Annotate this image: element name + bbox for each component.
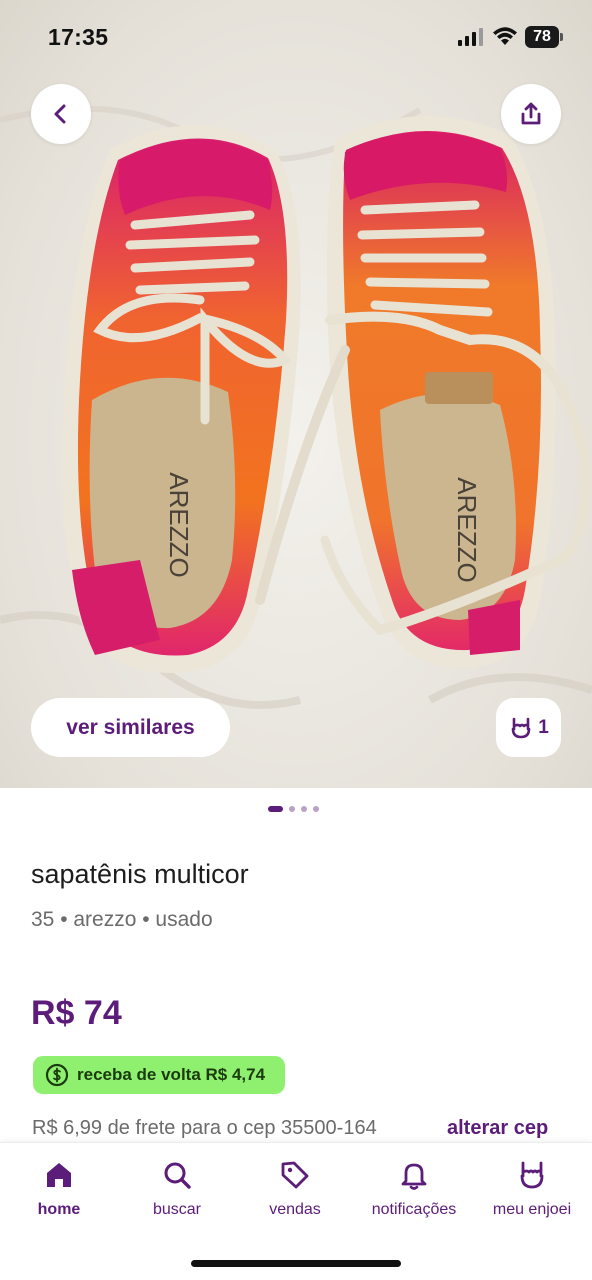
product-price: R$ 74 — [31, 994, 122, 1032]
nav-home[interactable]: home — [0, 1159, 118, 1235]
nav-label-my-enjoei: meu enjoei — [492, 1201, 572, 1218]
nav-label-notifications: notificações — [371, 1201, 457, 1218]
back-button[interactable] — [31, 84, 91, 144]
insole-brand-right: AREZZO — [452, 477, 482, 582]
shipping-info: R$ 6,99 de frete para o cep 35500-164 — [32, 1117, 377, 1139]
battery-icon: 78 — [525, 26, 563, 48]
pagination-dot-3[interactable] — [301, 806, 307, 812]
nav-my-enjoei[interactable]: meu enjoei — [473, 1159, 591, 1235]
wifi-icon — [493, 27, 517, 45]
pagination-dot-2[interactable] — [289, 806, 295, 812]
home-icon — [47, 1163, 71, 1187]
nav-label-home: home — [37, 1201, 81, 1218]
similar-items-button[interactable]: ver similares — [31, 698, 230, 757]
cashback-badge: receba de volta R$ 4,74 — [33, 1056, 285, 1094]
pagination-dot-4[interactable] — [313, 806, 319, 812]
status-time: 17:35 — [48, 24, 109, 50]
product-photo[interactable]: AREZZO AREZZO 17:35 78 ver similares 1 — [0, 0, 592, 788]
product-title: sapatênis multicor — [31, 859, 249, 889]
bell-icon — [401, 1163, 427, 1190]
like-button[interactable]: 1 — [496, 698, 561, 757]
nav-search[interactable]: buscar — [118, 1159, 236, 1235]
cellular-signal-icon — [458, 28, 483, 46]
product-meta: 35 • arezzo • usado — [31, 908, 213, 931]
tag-icon — [281, 1161, 309, 1189]
chevron-left-icon — [54, 104, 66, 124]
share-icon — [521, 102, 541, 125]
cashback-icon — [45, 1063, 69, 1087]
status-bar: 17:35 78 — [0, 0, 592, 76]
change-cep-link[interactable]: alterar cep — [447, 1117, 548, 1140]
nav-label-search: buscar — [152, 1201, 202, 1218]
home-indicator — [191, 1260, 401, 1267]
battery-level: 78 — [525, 26, 559, 48]
insole-brand-left: AREZZO — [164, 472, 194, 577]
share-button[interactable] — [501, 84, 561, 144]
likes-count: 1 — [538, 716, 549, 738]
search-icon — [164, 1162, 191, 1189]
nav-sales[interactable]: vendas — [236, 1159, 354, 1235]
nav-notifications[interactable]: notificações — [355, 1159, 473, 1235]
photo-pagination[interactable] — [268, 806, 319, 812]
rock-hand-icon — [520, 1161, 544, 1189]
cashback-text: receba de volta R$ 4,74 — [77, 1065, 266, 1084]
nav-label-sales: vendas — [269, 1201, 321, 1218]
rock-hand-icon — [511, 717, 531, 738]
pagination-dot-1[interactable] — [268, 806, 283, 812]
